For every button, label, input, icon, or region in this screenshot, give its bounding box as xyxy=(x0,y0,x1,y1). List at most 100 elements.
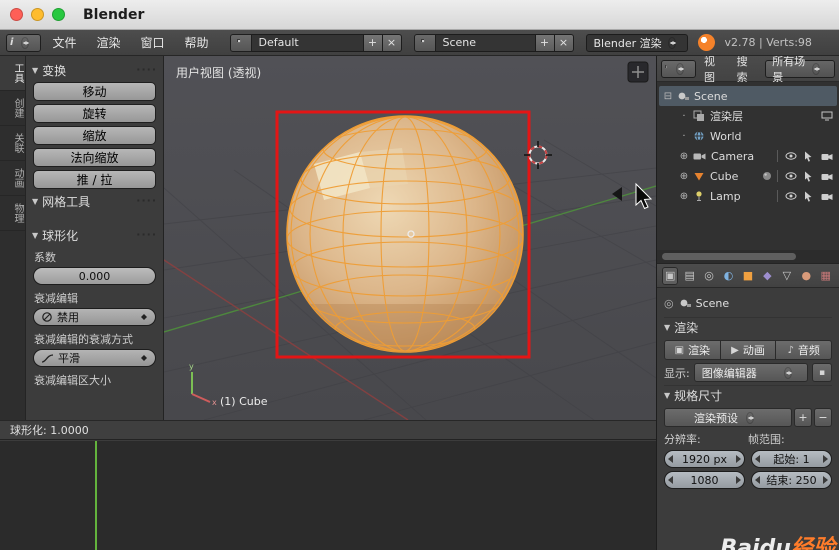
decrement-arrow-icon[interactable] xyxy=(665,451,676,467)
render-button[interactable]: ▣ 渲染 xyxy=(664,340,721,360)
window-title: Blender xyxy=(83,6,145,23)
remove-preset-button[interactable]: − xyxy=(814,408,832,427)
render-engine-dropdown[interactable]: Blender 渲染 xyxy=(585,33,688,52)
delete-scene-button[interactable]: × xyxy=(554,33,574,52)
mesh-tools-panel-header[interactable]: ▼ 网格工具 ···· xyxy=(32,192,157,210)
delete-screen-layout-button[interactable]: × xyxy=(382,33,402,52)
outliner-scrollbar[interactable] xyxy=(657,250,839,264)
operator-redo-bar[interactable]: 球形化: 1.0000 xyxy=(0,420,656,440)
increment-arrow-icon[interactable] xyxy=(733,472,744,488)
decrement-arrow-icon[interactable] xyxy=(752,472,763,488)
add-preset-button[interactable]: + xyxy=(794,408,812,427)
display-mode-dropdown[interactable]: 图像编辑器 xyxy=(693,363,808,382)
proportional-edit-dropdown[interactable]: 禁用 xyxy=(33,308,156,326)
editor-type-button[interactable]: i xyxy=(6,33,42,52)
menu-render[interactable]: 渲染 xyxy=(87,34,129,51)
dimensions-panel-header[interactable]: ▼ 规格尺寸 xyxy=(664,385,832,405)
menu-file[interactable]: 文件 xyxy=(43,34,85,51)
shrink-fatten-button[interactable]: 法向缩放 xyxy=(33,148,156,167)
outliner-row-world[interactable]: · World xyxy=(659,126,837,146)
outliner-row-cube[interactable]: ⊕ Cube xyxy=(659,166,837,186)
menu-help[interactable]: 帮助 xyxy=(175,34,217,51)
outliner-editor-type-button[interactable] xyxy=(661,59,697,78)
expand-toggle-icon[interactable]: ⊕ xyxy=(678,171,690,182)
toolshelf-tab-create[interactable]: 创建 xyxy=(0,91,25,126)
falloff-dropdown[interactable]: 平滑 xyxy=(33,349,156,367)
tab-data-icon[interactable]: ▽ xyxy=(779,267,795,285)
toolshelf-tab-physics[interactable]: 物理 xyxy=(0,196,25,231)
outliner-row-scene[interactable]: ⊟ Scene xyxy=(659,86,837,106)
push-pull-button[interactable]: 推 / 拉 xyxy=(33,170,156,189)
translate-button[interactable]: 移动 xyxy=(33,82,156,101)
resolution-x-field[interactable]: 1920 px xyxy=(664,450,745,468)
tab-object-icon[interactable]: ■ xyxy=(740,267,756,285)
toolshelf-tab-tools[interactable]: 工具 xyxy=(0,56,25,91)
eye-toggle-icon[interactable] xyxy=(783,171,798,181)
outliner-row-camera[interactable]: ⊕ Camera xyxy=(659,146,837,166)
tab-render-layers-icon[interactable]: ▤ xyxy=(681,267,697,285)
select-toggle-icon[interactable] xyxy=(801,171,816,182)
dropdown-arrows-icon xyxy=(140,311,148,323)
add-scene-button[interactable]: + xyxy=(535,33,555,52)
current-frame-playhead[interactable] xyxy=(95,441,97,550)
eye-toggle-icon[interactable] xyxy=(783,151,798,161)
tab-scene-icon[interactable]: ◎ xyxy=(701,267,717,285)
pin-icon[interactable]: ◎ xyxy=(664,297,674,310)
tab-texture-icon[interactable]: ▦ xyxy=(818,267,834,285)
outliner-row-renderlayers[interactable]: · 渲染层 xyxy=(659,106,837,126)
increment-arrow-icon[interactable] xyxy=(820,451,831,467)
camera-render-toggle-icon[interactable] xyxy=(819,152,834,161)
animation-button[interactable]: ▶ 动画 xyxy=(720,340,777,360)
transform-panel-header[interactable]: ▼ 变换 ···· xyxy=(32,61,157,79)
menu-window[interactable]: 窗口 xyxy=(131,34,173,51)
factor-slider[interactable]: 0.000 xyxy=(33,267,156,285)
render-presets-dropdown[interactable]: 渲染预设 xyxy=(664,408,792,427)
increment-arrow-icon[interactable] xyxy=(733,451,744,467)
select-toggle-icon[interactable] xyxy=(801,151,816,162)
collapse-toggle-icon[interactable]: ⊟ xyxy=(662,91,674,102)
close-window-button[interactable] xyxy=(10,8,23,21)
camera-render-toggle-icon[interactable] xyxy=(819,172,834,181)
camera-render-toggle-icon[interactable] xyxy=(819,192,834,201)
frame-end-field[interactable]: 结束: 250 xyxy=(751,471,832,489)
screen-layout-browse-button[interactable] xyxy=(229,33,252,52)
to-sphere-panel-header[interactable]: ▼ 球形化 ···· xyxy=(32,226,157,244)
animation-icon: ▶ xyxy=(731,344,739,356)
outliner-scope-dropdown[interactable]: 所有场景 xyxy=(765,56,836,84)
viewport-3d[interactable]: 用户视图 (透视) (1) Cube y x xyxy=(164,56,656,420)
scrollbar-thumb[interactable] xyxy=(662,253,797,260)
rotate-button[interactable]: 旋转 xyxy=(33,104,156,123)
toolshelf-tab-relations[interactable]: 关联 xyxy=(0,126,25,161)
minimize-window-button[interactable] xyxy=(31,8,44,21)
frame-start-field[interactable]: 起始: 1 xyxy=(751,450,832,468)
camera-icon xyxy=(693,153,706,160)
expand-toggle-icon[interactable]: ⊕ xyxy=(678,191,690,202)
scale-button[interactable]: 缩放 xyxy=(33,126,156,145)
decrement-arrow-icon[interactable] xyxy=(752,451,763,467)
render-toggle-icon[interactable] xyxy=(819,111,834,121)
axis-gizmo: y x xyxy=(189,362,217,406)
timeline[interactable] xyxy=(0,441,656,550)
lock-interface-button[interactable]: ▪ xyxy=(812,363,832,382)
select-toggle-icon[interactable] xyxy=(801,191,816,202)
screen-layout-field[interactable]: Default xyxy=(251,33,364,52)
audio-button[interactable]: ♪ 音频 xyxy=(776,340,833,360)
tab-render-icon[interactable]: ▣ xyxy=(662,266,679,285)
outliner-search-menu[interactable]: 搜索 xyxy=(731,56,762,85)
resolution-y-field[interactable]: 1080 xyxy=(664,471,745,489)
tab-world-icon[interactable]: ◐ xyxy=(720,267,736,285)
expand-toggle-icon[interactable]: ⊕ xyxy=(678,151,690,162)
scene-browse-button[interactable] xyxy=(413,33,436,52)
increment-arrow-icon[interactable] xyxy=(820,472,831,488)
eye-toggle-icon[interactable] xyxy=(783,191,798,201)
toolshelf-tab-animation[interactable]: 动画 xyxy=(0,161,25,196)
decrement-arrow-icon[interactable] xyxy=(665,472,676,488)
outliner-row-lamp[interactable]: ⊕ Lamp xyxy=(659,186,837,206)
outliner-view-menu[interactable]: 视图 xyxy=(698,56,729,85)
tab-material-icon[interactable]: ● xyxy=(798,267,814,285)
render-panel-header[interactable]: ▼ 渲染 xyxy=(664,317,832,337)
zoom-window-button[interactable] xyxy=(52,8,65,21)
scene-name-field[interactable]: Scene xyxy=(435,33,536,52)
add-screen-layout-button[interactable]: + xyxy=(363,33,383,52)
tab-modifiers-icon[interactable]: ◆ xyxy=(759,267,775,285)
